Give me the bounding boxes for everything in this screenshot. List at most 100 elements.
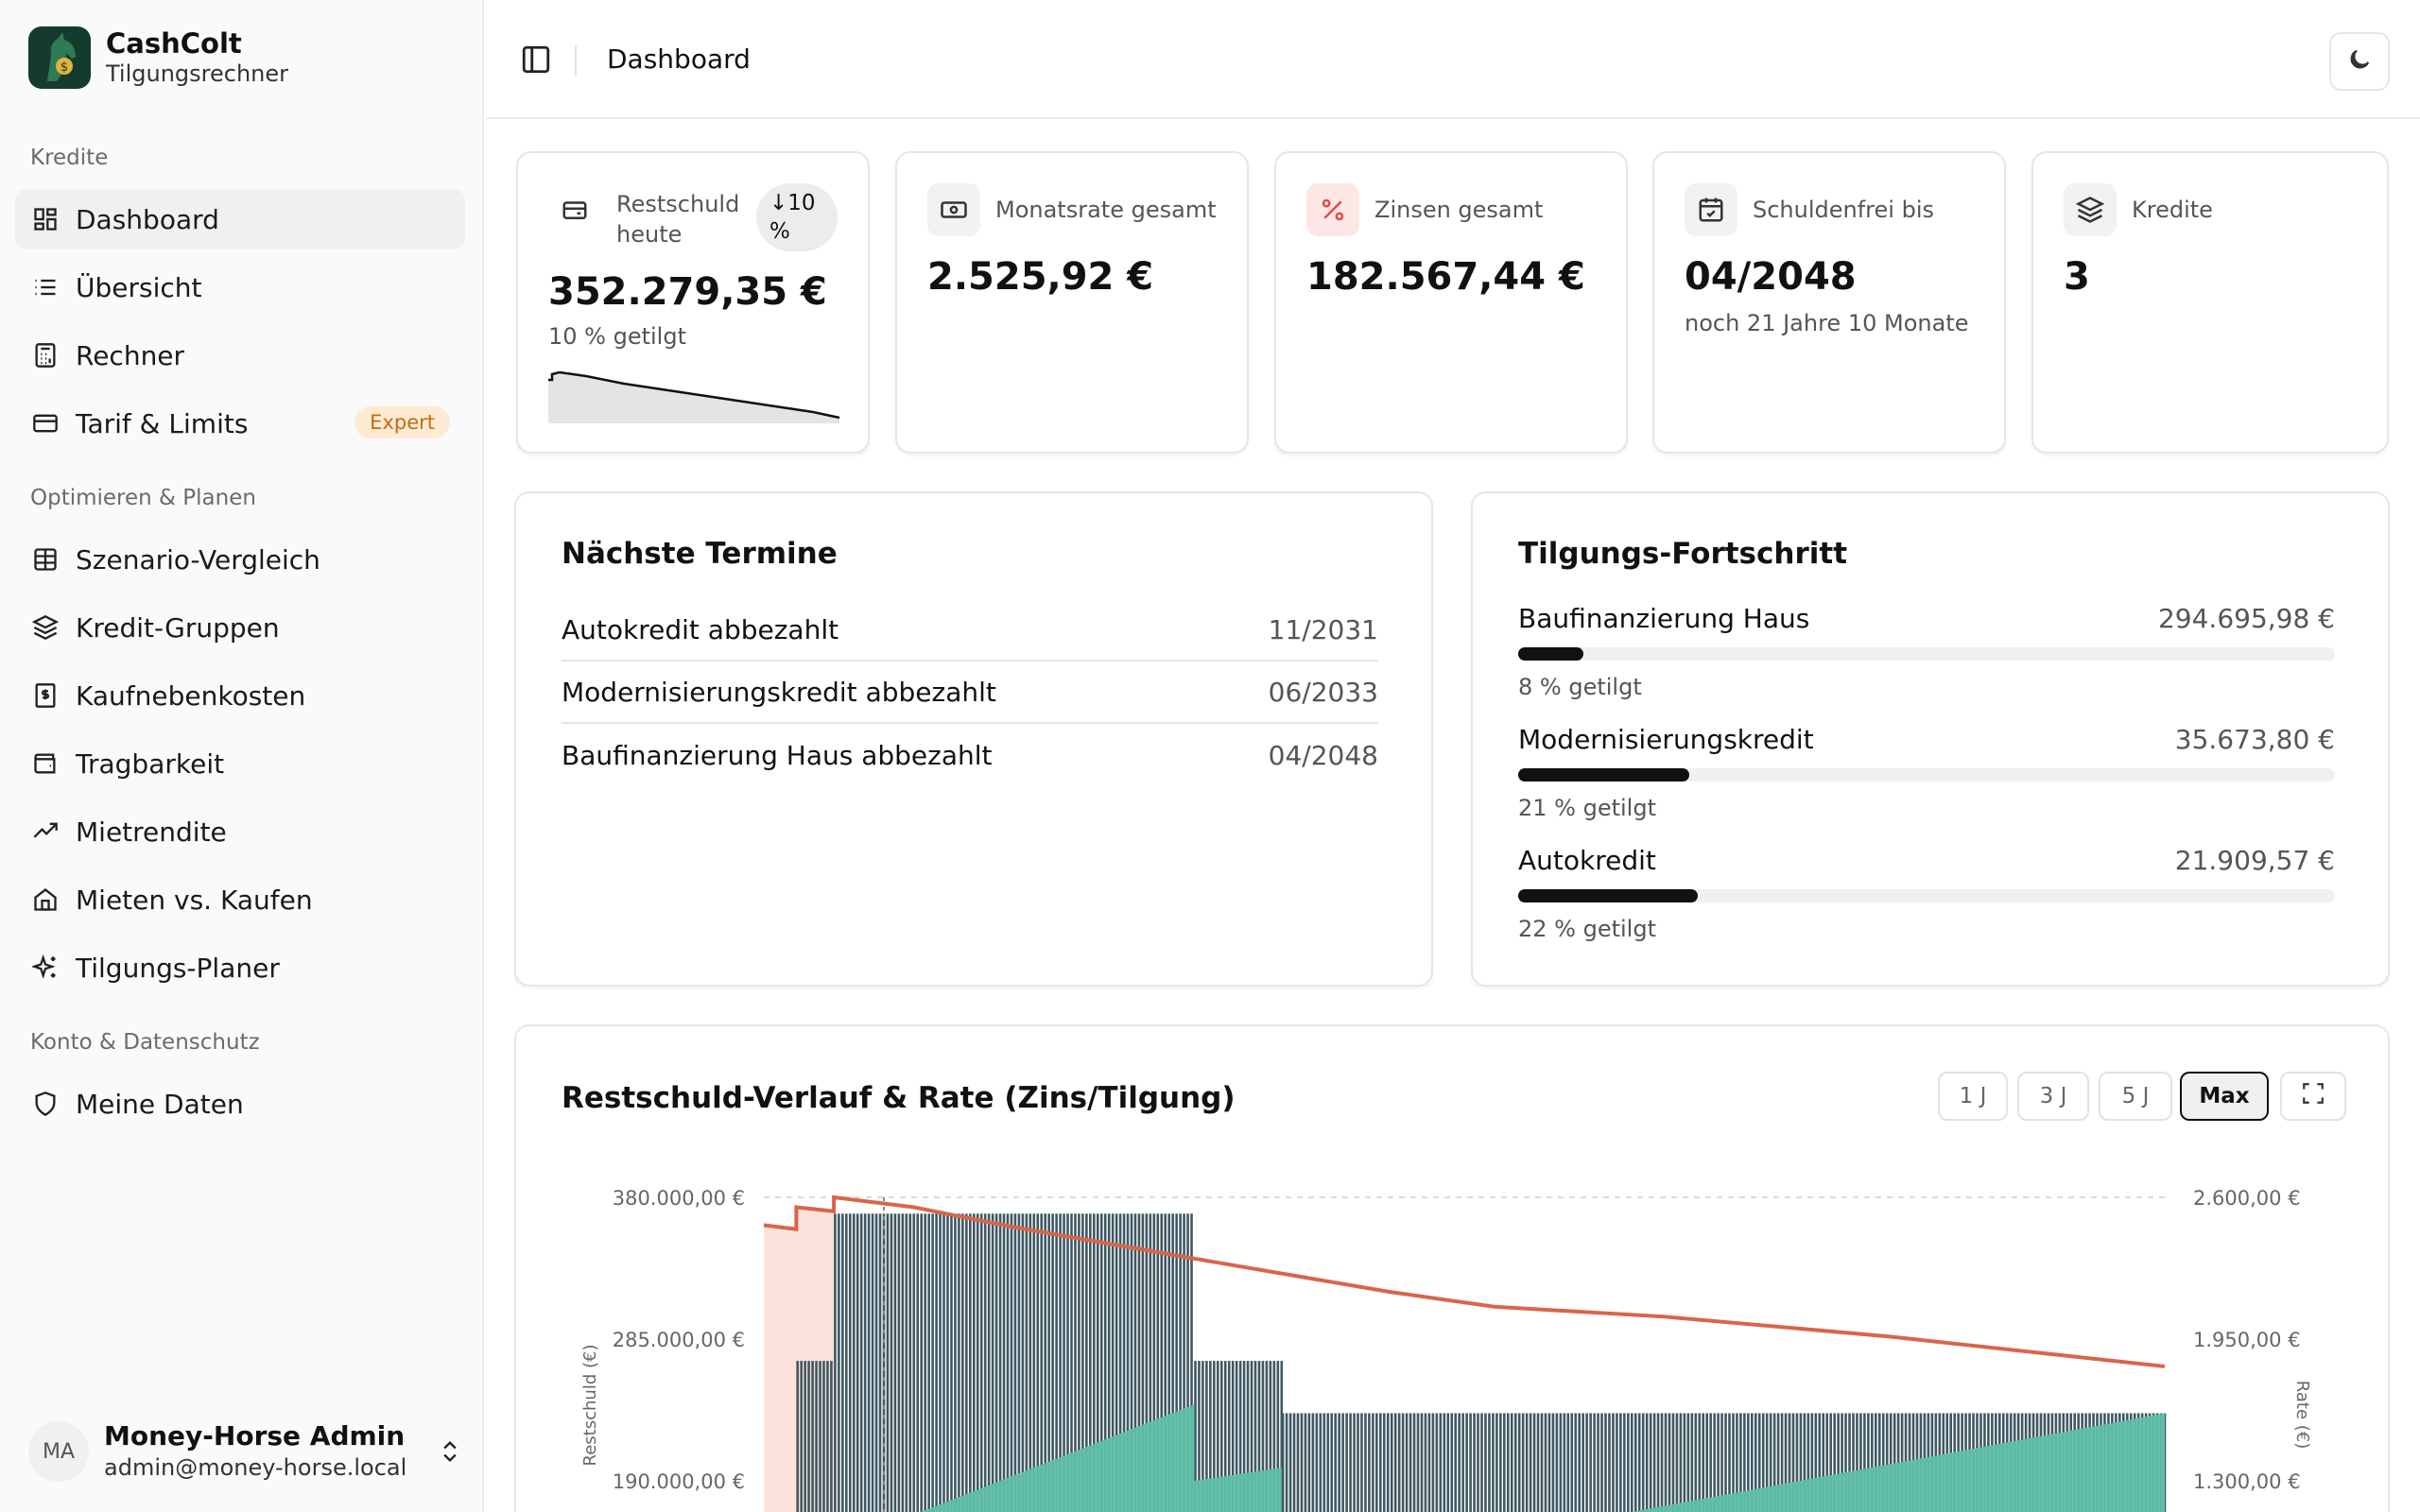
sidebar-item-label: Mieten vs. Kaufen: [76, 884, 313, 916]
zins-bar: [1675, 1413, 1679, 1512]
zins-bar: [1477, 1413, 1479, 1512]
zins-bar: [1461, 1413, 1464, 1512]
zins-bar: [897, 1213, 901, 1512]
termin-date: 06/2033: [1268, 676, 1378, 708]
sidebar-item-tragbarkeit[interactable]: Tragbarkeit: [15, 733, 465, 794]
zins-bar: [1006, 1213, 1010, 1512]
zins-bar: [811, 1361, 814, 1512]
zins-bar: [908, 1213, 912, 1512]
zins-bar: [939, 1213, 942, 1512]
nav-group-konto: Konto & Datenschutz: [30, 1030, 260, 1055]
zins-bar: [1397, 1413, 1401, 1512]
expert-badge: Expert: [354, 406, 450, 438]
sidebar-toggle-icon[interactable]: [520, 43, 552, 76]
fortschritt-title: Tilgungs-Fortschritt: [1518, 537, 1848, 571]
zins-bar: [1604, 1413, 1607, 1512]
zins-bar: [901, 1213, 905, 1512]
calendar-icon: [1685, 183, 1737, 236]
zins-bar: [1281, 1413, 1285, 1512]
stat-label: Schuldenfrei bis: [1753, 197, 1934, 223]
zins-bar: [834, 1213, 837, 1512]
stat-label: Kredite: [2132, 197, 2213, 223]
progress-name: Baufinanzierung Haus: [1518, 603, 1810, 634]
theme-toggle-button[interactable]: [2329, 32, 2390, 91]
sidebar-item-szenario-vergleich[interactable]: Szenario-Vergleich: [15, 529, 465, 590]
zins-bar: [1375, 1413, 1378, 1512]
zins-bar: [1450, 1413, 1454, 1512]
zins-bar: [1600, 1413, 1603, 1512]
progress-name: Autokredit: [1518, 845, 1656, 876]
zins-bar: [916, 1213, 920, 1512]
user-menu[interactable]: MA Money-Horse Admin admin@money-horse.l…: [28, 1414, 463, 1489]
sidebar-item-meine-daten[interactable]: Meine Daten: [15, 1074, 465, 1134]
zins-bar: [1401, 1413, 1405, 1512]
zins-bar: [1424, 1413, 1427, 1512]
sidebar-item-dashboard[interactable]: Dashboard: [15, 189, 465, 249]
sidebar-item-label: Tarif & Limits: [76, 407, 249, 439]
zins-bar: [1465, 1413, 1468, 1512]
sidebar-item-label: Tilgungs-Planer: [76, 952, 280, 984]
chevrons-up-down-icon: [437, 1436, 463, 1470]
sidebar-item-uebersicht[interactable]: Übersicht: [15, 257, 465, 318]
zins-bar: [1412, 1413, 1416, 1512]
progress-item: Modernisierungskredit 35.673,80 € 21 % g…: [1518, 724, 2335, 821]
zins-bar: [1311, 1413, 1315, 1512]
zins-bar: [1372, 1413, 1374, 1512]
progress-sub: 22 % getilgt: [1518, 916, 1656, 942]
progress-item: Autokredit 21.909,57 € 22 % getilgt: [1518, 845, 2335, 942]
zins-bar: [838, 1213, 840, 1512]
sidebar-item-label: Szenario-Vergleich: [76, 543, 320, 576]
zins-bar: [1705, 1413, 1708, 1512]
zins-bar: [950, 1213, 953, 1512]
zins-bar: [1649, 1413, 1652, 1512]
zins-bar: [1521, 1413, 1525, 1512]
top-header: Dashboard: [486, 0, 2420, 119]
zins-bar: [830, 1361, 833, 1512]
zins-bar: [1532, 1413, 1536, 1512]
zins-bar: [1386, 1413, 1390, 1512]
zins-bar: [1446, 1413, 1450, 1512]
zins-bar: [1612, 1413, 1615, 1512]
progress-amount: 294.695,98 €: [2157, 603, 2335, 634]
credit-card-icon: [548, 183, 601, 236]
sidebar-item-rechner[interactable]: Rechner: [15, 325, 465, 386]
zins-bar: [1495, 1413, 1498, 1512]
brand[interactable]: $ CashColt Tilgungsrechner: [28, 26, 288, 89]
percent-icon: [1306, 183, 1359, 236]
zins-bar: [856, 1213, 859, 1512]
moon-icon: [2346, 46, 2373, 77]
zins-bar: [924, 1213, 926, 1512]
layers-icon: [2064, 183, 2117, 236]
sidebar-item-mieten-vs-kaufen[interactable]: Mieten vs. Kaufen: [15, 869, 465, 930]
zins-bar: [1326, 1413, 1330, 1512]
zins-bar: [1597, 1413, 1599, 1512]
sidebar-item-label: Rechner: [76, 339, 185, 371]
zins-bar: [1304, 1413, 1307, 1512]
sidebar-item-kredit-gruppen[interactable]: Kredit-Gruppen: [15, 597, 465, 658]
sidebar-item-label: Kredit-Gruppen: [76, 611, 280, 644]
user-email: admin@money-horse.local: [104, 1454, 407, 1481]
zins-bar: [935, 1213, 938, 1512]
sidebar-item-kaufnebenkosten[interactable]: Kaufnebenkosten: [15, 665, 465, 726]
termin-date: 04/2048: [1268, 739, 1378, 771]
zins-bar: [1330, 1413, 1334, 1512]
zins-bar: [1296, 1413, 1300, 1512]
zins-bar: [1627, 1413, 1630, 1512]
zins-bar: [1634, 1413, 1637, 1512]
y-axis-label: Restschuld (€): [580, 1345, 600, 1467]
zins-bar: [1671, 1413, 1675, 1512]
sidebar-item-mietrendite[interactable]: Mietrendite: [15, 801, 465, 862]
zins-bar: [1690, 1413, 1694, 1512]
trending-up-icon: [30, 816, 60, 847]
layout-dashboard-icon: [30, 204, 60, 234]
zins-bar: [1338, 1413, 1340, 1512]
sidebar-item-label: Mietrendite: [76, 816, 227, 848]
zins-bar: [1469, 1413, 1472, 1512]
zins-bar: [1664, 1413, 1668, 1512]
zins-bar: [871, 1213, 874, 1512]
stat-card-restschuld: Restschuld heute ↓10 % 352.279,35 € 10 %…: [516, 151, 870, 454]
sidebar-item-tarif-limits[interactable]: Tarif & Limits Expert: [15, 393, 465, 454]
sidebar-item-tilgungs-planer[interactable]: Tilgungs-Planer: [15, 937, 465, 998]
zins-bar: [1390, 1413, 1393, 1512]
zins-bar: [1536, 1413, 1540, 1512]
